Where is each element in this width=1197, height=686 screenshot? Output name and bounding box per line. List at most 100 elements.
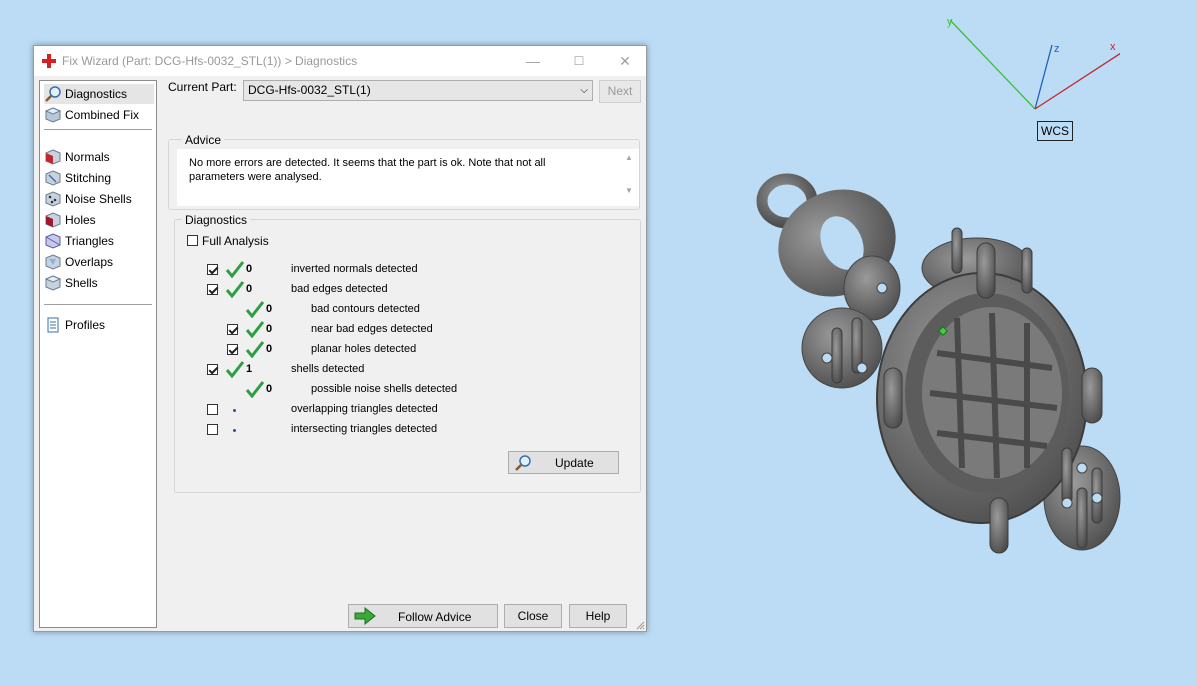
fix-wizard-dialog: Fix Wizard (Part: DCG-Hfs-0032_STL(1)) >… — [33, 45, 647, 632]
sidebar-item-label: Combined Fix — [65, 108, 140, 122]
advice-text: No more errors are detected. It seems th… — [189, 157, 546, 183]
noise-shells-label: possible noise shells detected — [311, 383, 458, 395]
holes-icon — [45, 212, 61, 228]
current-part-select[interactable]: DCG-Hfs-0032_STL(1) ⌵ — [243, 80, 593, 101]
sidebar-item-holes[interactable]: Holes — [44, 210, 154, 230]
help-button[interactable]: Help — [569, 604, 627, 628]
sidebar: Diagnostics Combined Fix Normals Stitchi… — [39, 80, 157, 628]
x-axis-label: x — [1110, 41, 1116, 53]
sidebar-item-combined-fix[interactable]: Combined Fix — [44, 105, 154, 125]
bad-edges-count: 0 — [246, 283, 253, 295]
sidebar-item-normals[interactable]: Normals — [44, 147, 154, 167]
close-button[interactable]: Close — [504, 604, 562, 628]
next-button[interactable]: Next — [599, 80, 641, 103]
sidebar-item-diagnostics[interactable]: Diagnostics — [44, 84, 154, 104]
planar-holes-count: 0 — [266, 343, 273, 355]
sidebar-item-label: Triangles — [65, 234, 114, 248]
scroll-down-icon[interactable]: ▼ — [622, 186, 636, 195]
bad-contours-label: bad contours detected — [311, 303, 420, 315]
shells-icon — [44, 275, 62, 291]
advice-panel: No more errors are detected. It seems th… — [177, 149, 639, 206]
inverted-normals-count: 0 — [246, 263, 253, 275]
magnifier-icon — [515, 455, 531, 471]
green-check-icon — [245, 321, 265, 338]
close-window-button[interactable]: ✕ — [602, 46, 648, 76]
sidebar-item-label: Holes — [65, 213, 96, 227]
bad-contours-count: 0 — [266, 303, 273, 315]
document-icon — [47, 317, 59, 333]
near-bad-edges-checkbox[interactable] — [227, 324, 238, 335]
full-analysis-checkbox[interactable] — [187, 235, 198, 246]
overlaps-icon — [45, 254, 61, 270]
sidebar-item-label: Noise Shells — [65, 192, 132, 206]
follow-advice-label: Follow Advice — [398, 610, 472, 624]
green-arrow-icon — [354, 607, 376, 625]
x-axis-line — [1034, 52, 1120, 110]
full-analysis-label: Full Analysis — [202, 234, 269, 248]
scroll-up-icon[interactable]: ▲ — [622, 153, 636, 162]
noise-shells-icon — [45, 191, 61, 207]
sidebar-item-label: Shells — [65, 276, 98, 290]
near-bad-edges-count: 0 — [266, 323, 273, 335]
normals-icon — [45, 149, 61, 165]
noise-shells-count: 0 — [266, 383, 273, 395]
advice-scrollbar[interactable]: ▲ ▼ — [622, 153, 636, 201]
green-check-icon — [245, 381, 265, 398]
green-check-icon — [225, 281, 245, 298]
maximize-button[interactable]: ☐ — [556, 46, 602, 76]
status-dot-icon — [233, 429, 236, 432]
window-title: Fix Wizard (Part: DCG-Hfs-0032_STL(1)) >… — [62, 54, 358, 68]
update-button[interactable]: Update — [508, 451, 619, 474]
triangles-icon — [45, 233, 61, 249]
sidebar-item-noise-shells[interactable]: Noise Shells — [44, 189, 154, 209]
sidebar-divider — [44, 304, 152, 305]
inverted-normals-label: inverted normals detected — [291, 263, 418, 275]
sidebar-item-overlaps[interactable]: Overlaps — [44, 252, 154, 272]
z-axis-label: z — [1054, 43, 1060, 55]
minimize-button[interactable]: — — [510, 46, 556, 76]
follow-advice-button[interactable]: Follow Advice — [348, 604, 498, 628]
planar-holes-checkbox[interactable] — [227, 344, 238, 355]
planar-holes-label: planar holes detected — [311, 343, 417, 355]
shells-count: 1 — [246, 363, 253, 375]
intersecting-triangles-checkbox[interactable] — [207, 424, 218, 435]
sidebar-divider — [44, 129, 152, 130]
near-bad-edges-label: near bad edges detected — [311, 323, 433, 335]
update-label: Update — [555, 456, 594, 470]
sidebar-item-shells[interactable]: Shells — [44, 273, 154, 293]
resize-grip-icon[interactable] — [635, 620, 645, 630]
green-check-icon — [225, 361, 245, 378]
title-bar[interactable]: Fix Wizard (Part: DCG-Hfs-0032_STL(1)) >… — [34, 46, 646, 76]
sidebar-item-label: Profiles — [65, 318, 106, 332]
green-check-icon — [225, 261, 245, 278]
chevron-down-icon: ⌵ — [580, 85, 588, 96]
sidebar-item-label: Overlaps — [65, 255, 114, 269]
current-part-value: DCG-Hfs-0032_STL(1) — [248, 83, 371, 97]
advice-title: Advice — [182, 133, 225, 147]
bad-edges-checkbox[interactable] — [207, 284, 218, 295]
axes-gizmo[interactable]: y z x — [940, 10, 1120, 140]
overlapping-triangles-checkbox[interactable] — [207, 404, 218, 415]
shells-label: shells detected — [291, 363, 365, 375]
green-check-icon — [245, 341, 265, 358]
bad-edges-label: bad edges detected — [291, 283, 388, 295]
status-dot-icon — [233, 409, 236, 412]
current-part-label: Current Part: — [168, 80, 237, 94]
y-axis-label: y — [947, 16, 953, 28]
overlapping-triangles-label: overlapping triangles detected — [291, 403, 438, 415]
y-axis-line — [949, 19, 1036, 110]
sidebar-item-label: Stitching — [65, 171, 112, 185]
sidebar-item-stitching[interactable]: Stitching — [44, 168, 154, 188]
red-cross-icon — [42, 54, 56, 68]
diagnostics-title: Diagnostics — [182, 213, 251, 227]
sidebar-item-label: Normals — [65, 150, 110, 164]
cube-icon — [44, 107, 62, 123]
pendant-3d-model[interactable] — [752, 168, 1122, 568]
inverted-normals-checkbox[interactable] — [207, 264, 218, 275]
sidebar-item-label: Diagnostics — [65, 87, 128, 101]
sidebar-item-triangles[interactable]: Triangles — [44, 231, 154, 251]
green-check-icon — [245, 301, 265, 318]
wcs-label: WCS — [1037, 121, 1073, 141]
shells-checkbox[interactable] — [207, 364, 218, 375]
sidebar-item-profiles[interactable]: Profiles — [44, 315, 154, 335]
